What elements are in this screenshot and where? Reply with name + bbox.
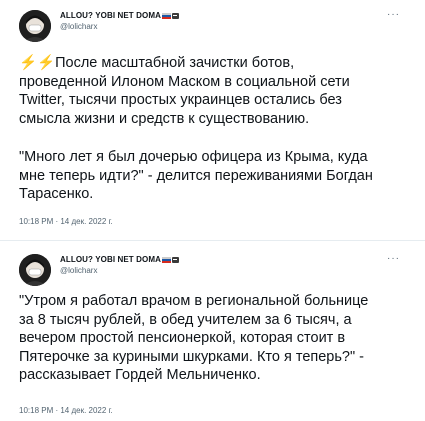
author-handle[interactable]: @lolicharx [60,22,97,31]
russia-flag-icon [161,12,171,19]
tweet-text-line: Twitter, тысячи простых украинцев остали… [19,92,342,108]
tweet-text-line: "Много лет я был дочерью офицера из Крым… [19,149,368,165]
tweet[interactable]: ALLOU? YOBI NET DOMA @lolicharx ··· ⚡⚡По… [0,0,425,241]
tweet-text-line: "Утром я работал врачом в региональной б… [19,293,369,309]
tweet-paragraph: ⚡⚡После масштабной зачистки ботов, прове… [19,54,411,128]
avatar[interactable] [19,10,51,42]
author-name[interactable]: ALLOU? YOBI NET DOMA [60,11,161,20]
russia-flag-icon [161,256,171,263]
tweet-text-line: рассказывает Гордей Мельниченко. [19,367,261,383]
tweet[interactable]: ALLOU? YOBI NET DOMA @lolicharx ··· "Утр… [0,241,425,421]
more-horizontal-icon[interactable]: ··· [387,253,400,264]
tweet-text-line: Тарасенко. [19,186,94,202]
author-name[interactable]: ALLOU? YOBI NET DOMA [60,255,161,264]
more-horizontal-icon[interactable]: ··· [387,9,400,20]
lightning-icon: ⚡⚡ [19,55,56,71]
tweet-text-line: проведенной Илоном Маском в социальной с… [19,73,350,90]
author-name-row[interactable]: ALLOU? YOBI NET DOMA [60,255,179,264]
tweet-text-line: вечером простой пенсионеркой, которая ст… [19,330,346,346]
tweet-text-line: мне теперь идти?" - делится переживаниям… [19,167,373,184]
tweet-text-line: Пятерочке за куриными шкурками. Кто я те… [19,348,364,365]
badge-icon [171,12,179,19]
tweet-text-line: ⚡⚡После масштабной зачистки ботов, [19,55,295,71]
tweet-paragraph: "Утром я работал врачом в региональной б… [19,292,411,385]
tweet-timestamp[interactable]: 10:18 PM · 14 дек. 2022 г. [19,406,113,415]
tweet-text-line: за 8 тысяч рублей, в обед учителем за 6 … [19,311,352,328]
avatar-image [19,254,51,286]
author-handle[interactable]: @lolicharx [60,266,97,275]
tweet-paragraph: "Много лет я был дочерью офицера из Крым… [19,148,411,204]
tweet-timestamp[interactable]: 10:18 PM · 14 дек. 2022 г. [19,217,113,226]
badge-icon [171,256,179,263]
avatar-image [19,10,51,42]
avatar[interactable] [19,254,51,286]
tweet-text-line: смысла жизни и средств к существованию. [19,110,310,127]
author-name-row[interactable]: ALLOU? YOBI NET DOMA [60,11,179,20]
